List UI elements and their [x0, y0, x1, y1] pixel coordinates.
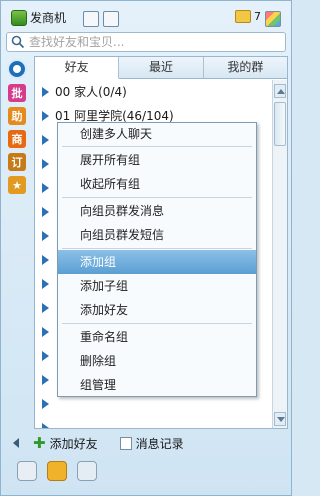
expand-arrow-icon[interactable] — [42, 231, 49, 241]
app-window: 发商机 7 批 助 商 订 ★ 好友 最近 我的群 00 家人(0/4)0 — [0, 0, 292, 496]
rail-favorites-icon[interactable]: ★ — [8, 176, 26, 194]
search-friend-icon[interactable] — [17, 461, 37, 481]
tab-friends[interactable]: 好友 — [35, 57, 120, 79]
app-title: 发商机 — [30, 11, 67, 25]
scrollbar[interactable] — [272, 80, 287, 428]
menu-separator — [62, 197, 252, 198]
expand-arrow-icon[interactable] — [42, 375, 49, 385]
rail-business-icon[interactable]: 商 — [8, 130, 26, 148]
search-input[interactable] — [29, 34, 281, 50]
rail-wholesale-icon[interactable]: 批 — [8, 84, 26, 102]
rail-order-icon[interactable]: 订 — [8, 153, 26, 171]
group-row[interactable] — [35, 416, 271, 428]
rail-contacts-icon[interactable] — [7, 59, 27, 79]
expand-arrow-icon[interactable] — [42, 111, 49, 121]
menu-item-add-subgroup[interactable]: 添加子组 — [58, 274, 256, 298]
layout-icon[interactable] — [103, 11, 119, 27]
scroll-thumb[interactable] — [274, 102, 286, 146]
expand-arrow-icon[interactable] — [42, 399, 49, 409]
tab-recent[interactable]: 最近 — [119, 57, 204, 78]
collapse-arrow-icon[interactable] — [13, 438, 19, 448]
tab-my-groups[interactable]: 我的群 — [204, 57, 287, 78]
menu-item-add-group[interactable]: 添加组 — [58, 250, 256, 274]
scroll-down-button[interactable] — [274, 412, 286, 426]
expand-arrow-icon[interactable] — [42, 87, 49, 97]
expand-arrow-icon[interactable] — [42, 423, 49, 428]
add-icon: ✚ — [33, 434, 46, 452]
menu-separator — [62, 248, 252, 249]
message-indicator[interactable]: 7 — [235, 10, 261, 23]
add-friend-button[interactable]: 添加好友 — [50, 435, 98, 452]
scroll-up-button[interactable] — [274, 84, 286, 98]
group-label: 00 家人(0/4) — [55, 85, 127, 99]
menu-item-create-chat[interactable]: 创建多人聊天 — [58, 123, 256, 145]
app-logo-icon — [11, 9, 27, 26]
expand-arrow-icon[interactable] — [42, 183, 49, 193]
footer-icons — [17, 461, 97, 481]
menu-item-rename-group[interactable]: 重命名组 — [58, 325, 256, 349]
menu-item-manage-groups[interactable]: 组管理 — [58, 373, 256, 397]
menu-separator — [62, 146, 252, 147]
bottom-bar: ✚ 添加好友 消息记录 — [13, 433, 283, 453]
message-log-icon — [119, 436, 132, 450]
rail-assistant-icon[interactable]: 助 — [8, 107, 26, 125]
contacts-icon[interactable] — [83, 11, 99, 27]
expand-arrow-icon[interactable] — [42, 159, 49, 169]
group-label: 01 阿里学院(46/104) — [55, 109, 174, 123]
search-box[interactable] — [6, 32, 286, 52]
menu-item-add-friend[interactable]: 添加好友 — [58, 298, 256, 322]
search-icon — [11, 35, 25, 49]
menu-item-broadcast-sms[interactable]: 向组员群发短信 — [58, 223, 256, 247]
message-count: 7 — [254, 10, 261, 23]
expand-arrow-icon[interactable] — [42, 279, 49, 289]
envelope-icon — [235, 10, 251, 23]
group-row[interactable]: 00 家人(0/4) — [35, 80, 271, 104]
edit-icon[interactable] — [77, 461, 97, 481]
contact-tabs: 好友 最近 我的群 — [35, 57, 287, 79]
expand-arrow-icon[interactable] — [42, 303, 49, 313]
expand-arrow-icon[interactable] — [42, 255, 49, 265]
menu-item-expand-all[interactable]: 展开所有组 — [58, 148, 256, 172]
expand-arrow-icon[interactable] — [42, 327, 49, 337]
expand-arrow-icon[interactable] — [42, 351, 49, 361]
top-toolbar: 发商机 7 — [5, 7, 289, 29]
context-menu: 创建多人聊天 展开所有组 收起所有组 向组员群发消息 向组员群发短信 添加组 添… — [57, 122, 257, 397]
shield-icon[interactable] — [47, 461, 67, 481]
expand-arrow-icon[interactable] — [42, 207, 49, 217]
expand-arrow-icon[interactable] — [42, 135, 49, 145]
menu-item-collapse-all[interactable]: 收起所有组 — [58, 172, 256, 196]
app-brand[interactable]: 发商机 — [11, 9, 66, 26]
menu-item-broadcast-message[interactable]: 向组员群发消息 — [58, 199, 256, 223]
menu-item-delete-group[interactable]: 删除组 — [58, 349, 256, 373]
message-log-button[interactable]: 消息记录 — [136, 435, 184, 452]
left-rail: 批 助 商 订 ★ — [7, 59, 29, 199]
skin-icon[interactable] — [265, 11, 281, 27]
menu-separator — [62, 323, 252, 324]
